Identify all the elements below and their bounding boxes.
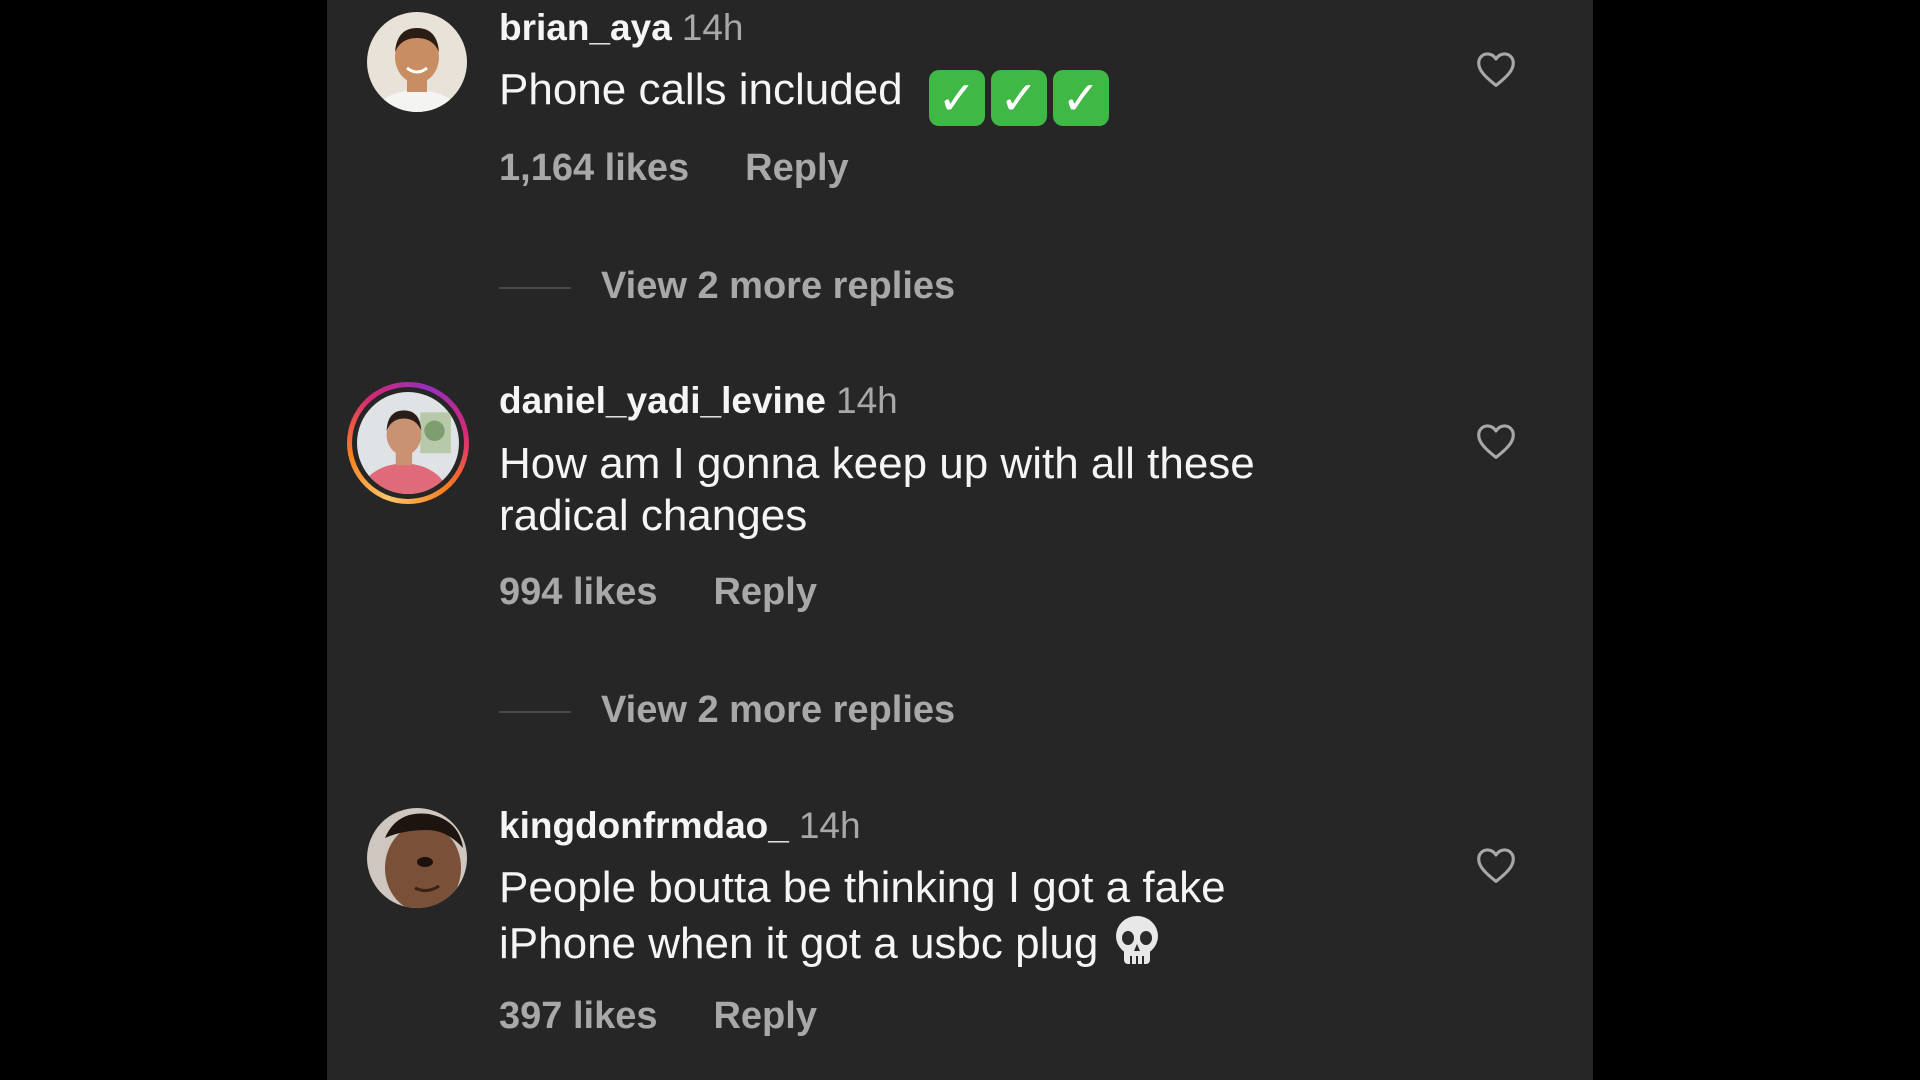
username[interactable]: brian_aya [499, 7, 672, 48]
view-more-replies-label: View 2 more replies [601, 265, 956, 307]
heart-outline-icon[interactable] [1475, 846, 1517, 884]
comment-header: brian_aya 14h [499, 6, 744, 50]
view-more-replies[interactable]: View 2 more replies [499, 688, 955, 732]
avatar-photo [367, 808, 467, 908]
reply-button[interactable]: Reply [713, 571, 816, 613]
like-count[interactable]: 397 likes [499, 995, 657, 1037]
timestamp: 14h [836, 380, 898, 421]
avatar [357, 392, 459, 494]
timestamp: 14h [798, 805, 861, 846]
avatar-story-ring[interactable] [347, 382, 469, 504]
comment-meta: 994 likes Reply [499, 570, 817, 614]
thread-divider [499, 286, 571, 289]
check-mark-emoji: ✓ [1052, 70, 1109, 126]
comment-meta: 397 likes Reply [499, 994, 817, 1038]
thread-divider [499, 710, 571, 713]
comments-panel: brian_aya 14h Phone calls included ✓ ✓ ✓ 1,… [327, 0, 1593, 1080]
skull-emoji [1116, 916, 1159, 964]
avatar-photo [367, 12, 467, 112]
avatar[interactable] [367, 12, 467, 112]
username[interactable]: daniel_yadi_levine [499, 380, 826, 421]
comment-header: daniel_yadi_levine 14h [499, 379, 898, 423]
comment-meta: 1,164 likes Reply [499, 146, 849, 190]
check-mark-emoji: ✓ [928, 70, 985, 126]
comment-header: kingdonfrmdao_ 14h [499, 804, 861, 848]
comment-text-content: Phone calls included [499, 65, 903, 114]
view-more-replies[interactable]: View 2 more replies [499, 264, 955, 308]
check-mark-emoji: ✓ [990, 70, 1047, 126]
comment-text: Phone calls included ✓ ✓ ✓ [499, 64, 1319, 126]
reply-button[interactable]: Reply [745, 147, 848, 189]
like-count[interactable]: 994 likes [499, 571, 657, 613]
timestamp: 14h [681, 7, 744, 48]
comment-text: People boutta be thinking I got a fake i… [499, 862, 1319, 970]
comment-text: How am I gonna keep up with all these ra… [499, 439, 1255, 540]
like-count[interactable]: 1,164 likes [499, 147, 689, 189]
heart-outline-icon[interactable] [1475, 50, 1517, 88]
avatar-photo [357, 392, 459, 494]
heart-outline-icon[interactable] [1475, 422, 1517, 460]
reply-button[interactable]: Reply [713, 995, 816, 1037]
view-more-replies-label: View 2 more replies [601, 689, 956, 731]
username[interactable]: kingdonfrmdao_ [499, 805, 789, 846]
avatar[interactable] [367, 808, 467, 908]
